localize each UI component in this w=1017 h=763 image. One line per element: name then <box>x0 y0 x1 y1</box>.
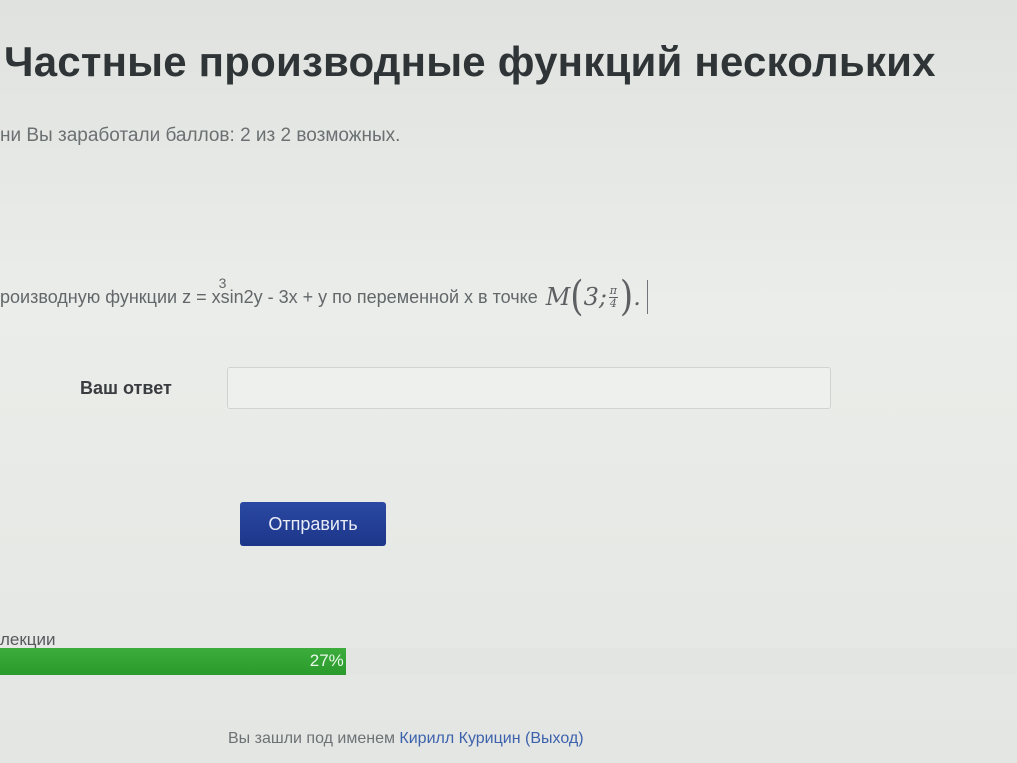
footer-login-info: Вы зашли под именем Кирилл Курицин (Выхо… <box>228 730 584 748</box>
right-paren: ) <box>619 273 634 321</box>
progress-fill: 27% <box>0 648 346 675</box>
point-end: . <box>633 283 641 311</box>
point-formula: M ( 3; π 4 ) . <box>545 273 641 321</box>
point-fraction: π 4 <box>608 283 618 310</box>
progress-value: 27% <box>309 651 344 670</box>
answer-input[interactable] <box>227 367 831 409</box>
question-exponent: 3 <box>218 275 227 291</box>
point-letter: M <box>545 283 571 311</box>
fraction-numerator: π <box>609 283 618 297</box>
point-x: 3; <box>583 283 607 311</box>
page: Частные производные функций нескольких н… <box>0 0 1017 763</box>
fraction-denominator: 4 <box>609 296 617 310</box>
score-text: ни Вы заработали баллов: 2 из 2 возможны… <box>0 125 401 146</box>
user-name-link[interactable]: Кирилл Курицин <box>399 730 520 747</box>
progress-label: лекции <box>0 630 56 649</box>
submit-button[interactable]: Отправить <box>240 502 386 546</box>
answer-label: Ваш ответ <box>80 378 172 398</box>
question-suffix: sin2y - 3x + y по переменной x в точке <box>220 286 538 307</box>
login-prefix: Вы зашли под именем <box>228 730 395 747</box>
left-paren: ( <box>570 273 584 321</box>
page-title: Частные производные функций нескольких <box>4 38 936 85</box>
text-cursor <box>646 280 648 314</box>
question-prefix: роизводную функции z = x <box>0 286 221 307</box>
logout-link[interactable]: (Выход) <box>525 730 584 747</box>
progress-bar: 27% <box>0 648 1017 675</box>
question-text: роизводную функции z = x 3 sin2y - 3x + … <box>0 272 648 322</box>
